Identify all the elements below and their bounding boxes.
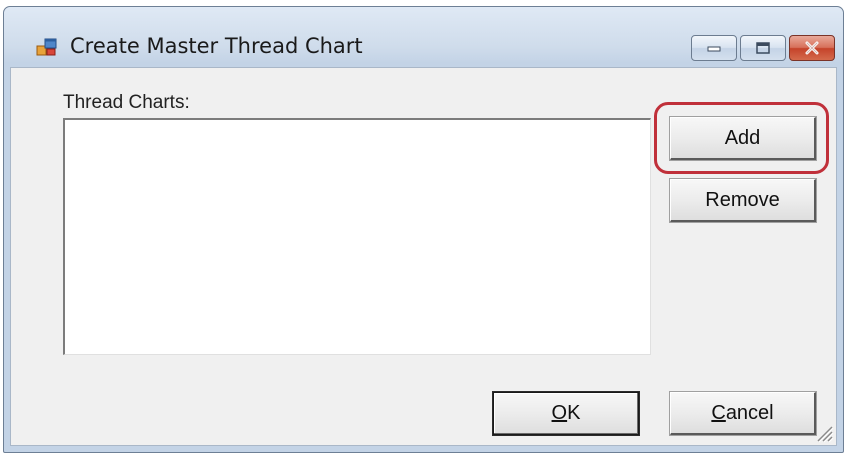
cancel-button-label: Cancel	[711, 402, 774, 424]
close-icon	[805, 41, 819, 55]
ok-button-label: OK	[551, 402, 581, 424]
minimize-button[interactable]	[691, 35, 737, 61]
thread-charts-label: Thread Charts:	[63, 92, 190, 113]
dialog-window: Create Master Thread Chart Thread Charts…	[3, 6, 844, 453]
add-button-label: Add	[724, 127, 761, 149]
close-button[interactable]	[789, 35, 835, 61]
resize-grip-icon[interactable]	[812, 421, 834, 443]
app-form-icon	[36, 38, 57, 56]
maximize-icon	[756, 42, 770, 54]
caption-buttons	[691, 35, 835, 61]
ok-button[interactable]: OK	[492, 391, 640, 436]
cancel-button[interactable]: Cancel	[669, 391, 817, 436]
minimize-icon	[707, 46, 721, 52]
window-title: Create Master Thread Chart	[70, 34, 363, 58]
title-bar[interactable]: Create Master Thread Chart	[4, 7, 843, 63]
remove-button-label: Remove	[705, 189, 780, 211]
dialog-client-area: Thread Charts: Add Remove OK Cancel	[10, 67, 837, 446]
thread-charts-listbox[interactable]	[63, 118, 651, 355]
add-button[interactable]: Add	[669, 116, 817, 161]
maximize-button[interactable]	[740, 35, 786, 61]
remove-button[interactable]: Remove	[669, 178, 817, 223]
